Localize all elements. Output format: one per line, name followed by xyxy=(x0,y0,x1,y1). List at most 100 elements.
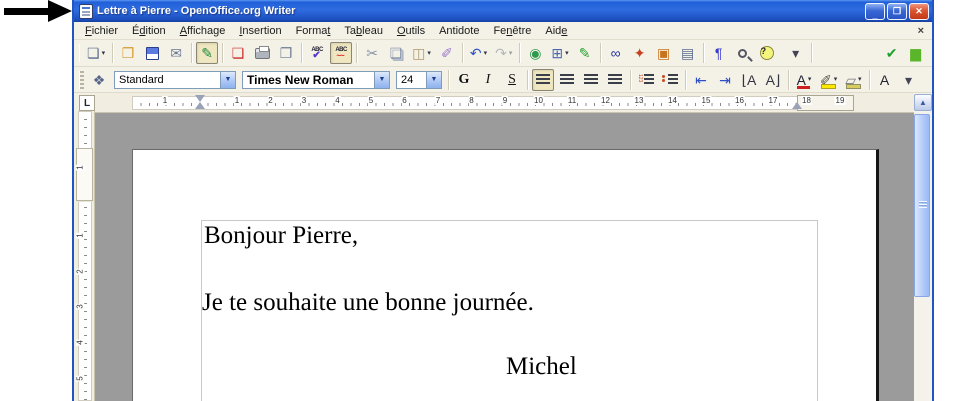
copy-icon[interactable]: ❏ xyxy=(385,42,407,64)
right-to-left-button[interactable]: A⌋ xyxy=(762,69,784,91)
fmt-toolbar-options-icon[interactable]: ▾ xyxy=(898,69,920,91)
gallery-icon[interactable]: ▣ xyxy=(653,42,675,64)
paste-dropdown-icon[interactable]: ▾ xyxy=(427,50,431,57)
antidote-correct-icon[interactable]: ✔ xyxy=(881,42,903,64)
open-icon[interactable]: ❒ xyxy=(117,42,139,64)
cut-icon[interactable]: ✂ xyxy=(361,42,383,64)
vertical-ruler[interactable]: 112345 xyxy=(74,111,95,401)
document-page[interactable]: Bonjour Pierre, Je te souhaite une bonne… xyxy=(132,149,879,401)
h-ruler-number: 3 xyxy=(301,96,307,105)
undo-icon[interactable]: ↶▾ xyxy=(467,42,490,64)
new-document-dropdown-icon[interactable]: ▾ xyxy=(102,50,106,57)
minimize-button[interactable]: _ xyxy=(865,3,885,20)
menu-item-tableau[interactable]: Tableau xyxy=(337,24,390,38)
menu-item-edition[interactable]: Édition xyxy=(125,24,173,38)
edit-file-icon[interactable]: ✎ xyxy=(196,42,218,64)
align-center-button[interactable] xyxy=(556,69,578,91)
background-color-button[interactable]: ▱▾ xyxy=(842,69,864,91)
paste-icon[interactable]: ◫▾ xyxy=(409,42,434,64)
data-sources-icon[interactable]: ▤ xyxy=(677,42,699,64)
zoom-icon[interactable] xyxy=(732,42,754,64)
background-color-dropdown-icon[interactable]: ▾ xyxy=(858,76,862,83)
toolbar-separator xyxy=(630,70,631,90)
menu-item-outils[interactable]: Outils xyxy=(390,24,432,38)
undo-dropdown-icon[interactable]: ▾ xyxy=(484,50,488,57)
bold-button[interactable]: G xyxy=(453,69,475,91)
menu-item-insertion[interactable]: Insertion xyxy=(232,24,288,38)
character-dialog-button[interactable]: A xyxy=(874,69,896,91)
tab-type-selector[interactable]: L xyxy=(79,95,95,111)
font-color-button[interactable]: A▾ xyxy=(793,69,815,91)
toolbar-separator xyxy=(448,70,449,90)
autospellcheck-icon[interactable]: ABC xyxy=(330,42,352,64)
align-justified-button[interactable] xyxy=(604,69,626,91)
spellcheck-icon[interactable]: ABC xyxy=(306,42,328,64)
save-icon[interactable] xyxy=(141,42,163,64)
nonprinting-characters-icon[interactable]: ¶ xyxy=(708,42,730,64)
navigator-icon[interactable]: ✦ xyxy=(629,42,651,64)
underline-button[interactable]: S xyxy=(501,69,523,91)
bullet-list-button[interactable] xyxy=(659,69,681,91)
chevron-down-icon[interactable]: ▼ xyxy=(374,72,389,88)
menu-item-fenetre[interactable]: Fenêtre xyxy=(486,24,538,38)
find-replace-icon[interactable]: ∞ xyxy=(605,42,627,64)
align-right-button[interactable] xyxy=(580,69,602,91)
scroll-up-icon[interactable]: ▲ xyxy=(914,94,932,111)
highlighting-button[interactable]: ✐▾ xyxy=(817,69,840,91)
format-paintbrush-icon[interactable]: ✐ xyxy=(436,42,458,64)
scrollbar-thumb[interactable] xyxy=(914,114,930,297)
scrollbar-track[interactable] xyxy=(914,111,932,401)
menu-item-antidote[interactable]: Antidote xyxy=(432,24,486,38)
chevron-down-icon[interactable]: ▼ xyxy=(220,72,235,88)
font-size-combo[interactable]: 24 ▼ xyxy=(396,71,442,89)
antidote-dictionaries-icon[interactable]: ▆ xyxy=(905,42,927,64)
numbered-list-button[interactable] xyxy=(635,69,657,91)
email-icon[interactable]: ✉ xyxy=(165,42,187,64)
chevron-down-icon[interactable]: ▼ xyxy=(426,72,441,88)
insert-table-dropdown-icon[interactable]: ▾ xyxy=(565,50,569,57)
close-button[interactable]: ✕ xyxy=(909,3,929,20)
toolbar-separator xyxy=(811,43,812,63)
h-ruler-number: 1 xyxy=(234,96,240,105)
new-document-icon[interactable]: ❏▾ xyxy=(84,42,108,64)
menu-item-fichier[interactable]: Fichier xyxy=(78,24,125,38)
indent-marker-top[interactable] xyxy=(195,95,205,102)
increase-indent-button[interactable]: ⇥ xyxy=(714,69,736,91)
page-preview-icon[interactable]: ❐ xyxy=(275,42,297,64)
styles-icon[interactable]: ❖ xyxy=(88,69,110,91)
italic-button[interactable]: I xyxy=(477,69,499,91)
menu-item-aide[interactable]: Aide xyxy=(538,24,574,38)
title-bar: Lettre à Pierre - OpenOffice.org Writer … xyxy=(74,0,932,22)
close-document-icon[interactable]: × xyxy=(910,25,932,37)
draw-functions-icon[interactable]: ✎ xyxy=(574,42,596,64)
paragraph-style-combo[interactable]: Standard ▼ xyxy=(114,71,236,89)
toolbar-separator xyxy=(462,43,463,63)
left-to-right-button[interactable]: ⌊A xyxy=(738,69,760,91)
toolbar-options-icon[interactable]: ▾ xyxy=(785,42,807,64)
indent-marker-bottom[interactable] xyxy=(195,102,205,109)
insert-table-icon[interactable]: ⊞▾ xyxy=(548,42,571,64)
restore-button[interactable]: ❐ xyxy=(887,3,907,20)
help-icon[interactable]: ? xyxy=(756,42,778,64)
font-name-combo[interactable]: Times New Roman ▼ xyxy=(242,71,390,89)
antidote-guides-icon[interactable]: ▆ xyxy=(929,42,934,64)
writer-app-icon xyxy=(79,4,93,19)
print-icon[interactable] xyxy=(251,42,273,64)
decrease-indent-button[interactable]: ⇤ xyxy=(690,69,712,91)
align-left-button[interactable] xyxy=(532,69,554,91)
menu-item-affichage[interactable]: Affichage xyxy=(173,24,233,38)
document-workspace: Bonjour Pierre, Je te souhaite une bonne… xyxy=(95,113,914,401)
h-ruler-number: 7 xyxy=(435,96,441,105)
redo-dropdown-icon[interactable]: ▾ xyxy=(509,50,513,57)
menu-item-format[interactable]: Format xyxy=(289,24,338,38)
toolbar-grip[interactable] xyxy=(79,71,84,89)
menu-bar: FichierÉditionAffichageInsertionFormatTa… xyxy=(74,22,932,40)
export-pdf-icon[interactable]: ❏ xyxy=(227,42,249,64)
h-ruler-number: 2 xyxy=(267,96,273,105)
horizontal-ruler[interactable]: 112345678910111213141516171819 xyxy=(95,93,914,113)
highlighting-dropdown-icon[interactable]: ▾ xyxy=(834,76,838,83)
font-color-dropdown-icon[interactable]: ▾ xyxy=(808,76,812,83)
hyperlink-icon[interactable]: ◉ xyxy=(524,42,546,64)
vertical-margin-box[interactable] xyxy=(76,148,93,201)
toolbar-grip[interactable] xyxy=(79,44,80,62)
